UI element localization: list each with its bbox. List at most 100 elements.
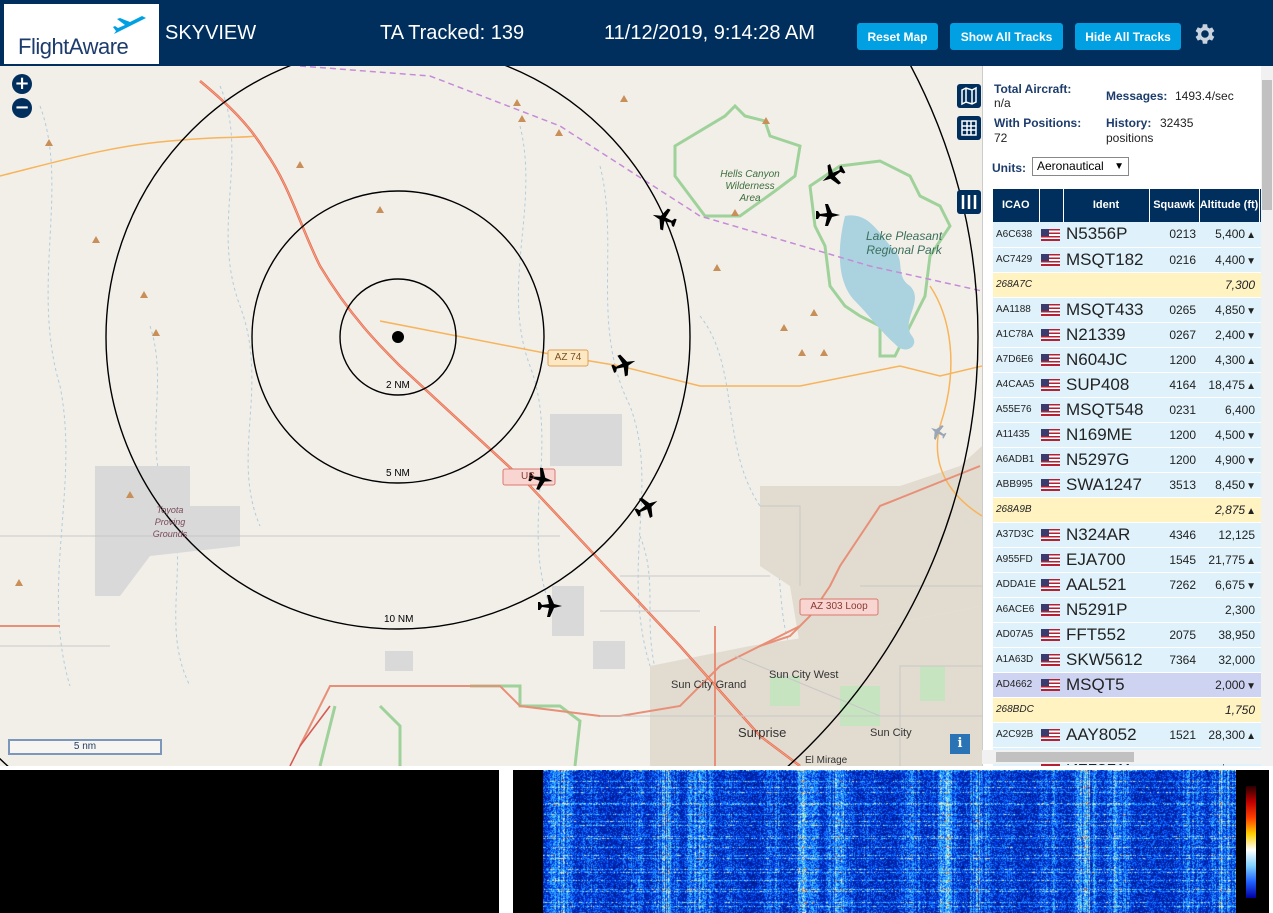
table-row[interactable]: A37D3C N324AR 4346 12,125 xyxy=(993,522,1268,548)
icao-cell: 268A9B xyxy=(993,497,1040,523)
zoom-in-button[interactable]: + xyxy=(12,74,32,94)
site-title: SKYVIEW xyxy=(165,22,257,44)
show-all-tracks-button[interactable]: Show All Tracks xyxy=(950,23,1063,50)
altitude-value: 1,750 xyxy=(1224,702,1256,717)
descend-arrow-icon: ▼ xyxy=(1246,480,1257,492)
table-row[interactable]: AC7429 MSQT182 0216 4,400▼ xyxy=(993,247,1268,273)
altitude-cell: 4,850▼ xyxy=(1199,297,1260,323)
altitude-cell: 2,000▼ xyxy=(1199,672,1260,698)
with-positions-label: With Positions: xyxy=(994,116,1082,130)
table-row[interactable]: 268BDC 1,750 xyxy=(993,697,1268,723)
us-flag-icon xyxy=(1041,454,1061,467)
map-view[interactable]: Hells Canyon Wilderness Area Lake Pleasa… xyxy=(0,66,982,766)
grid-toggle-button[interactable] xyxy=(957,116,981,140)
reset-map-button[interactable]: Reset Map xyxy=(857,23,938,50)
columns-toggle-button[interactable] xyxy=(957,190,981,214)
altitude-cell: 7,300 xyxy=(1199,272,1260,298)
squawk-cell xyxy=(1149,672,1200,698)
squawk-cell: 1200 xyxy=(1149,447,1200,473)
us-flag-icon xyxy=(1041,579,1061,592)
altitude-value: 2,000 xyxy=(1215,677,1246,692)
label-sun-city: Sun City xyxy=(870,727,912,739)
waterfall-colorbar xyxy=(1246,786,1256,898)
descend-arrow-icon: ▼ xyxy=(1246,255,1257,267)
altitude-value: 4,400 xyxy=(1215,252,1246,267)
altitude-value: 12,125 xyxy=(1218,527,1256,542)
ring-label-10nm: 10 NM xyxy=(384,614,414,625)
icao-cell: AD4662 xyxy=(993,672,1040,698)
table-row[interactable]: ADDA1E AAL521 7262 6,675▼ xyxy=(993,572,1268,598)
ident-cell: AAY8052 xyxy=(1063,722,1150,748)
altitude-value: 18,475 xyxy=(1208,377,1246,392)
altitude-cell: 2,300 xyxy=(1199,597,1260,623)
table-row[interactable]: A11435 N169ME 1200 4,500▼ xyxy=(993,422,1268,448)
flag-cell xyxy=(1039,572,1064,598)
squawk-cell: 7364 xyxy=(1149,647,1200,673)
squawk-cell xyxy=(1149,697,1200,723)
col-squawk[interactable]: Squawk xyxy=(1149,189,1200,222)
hide-all-tracks-button[interactable]: Hide All Tracks xyxy=(1075,23,1181,50)
table-row[interactable]: ABB995 SWA1247 3513 8,450▼ xyxy=(993,472,1268,498)
flag-cell xyxy=(1039,347,1064,373)
ident-cell: N324AR xyxy=(1063,522,1150,548)
table-row[interactable]: A1C78A N21339 0267 2,400▼ xyxy=(993,322,1268,348)
col-altitude[interactable]: Altitude (ft) xyxy=(1199,189,1260,222)
table-row[interactable]: A4CAA5 SUP408 4164 18,475▲ xyxy=(993,372,1268,398)
spectrum-plot xyxy=(0,770,499,913)
table-row[interactable]: A6ADB1 N5297G 1200 4,900▼ xyxy=(993,447,1268,473)
ident-cell: SKW5612 xyxy=(1063,647,1150,673)
altitude-cell: 2,875▲ xyxy=(1199,497,1260,523)
table-row[interactable]: 268A9B 2,875▲ xyxy=(993,497,1268,523)
col-flag[interactable] xyxy=(1039,189,1064,222)
zoom-out-button[interactable]: − xyxy=(12,98,32,118)
units-select[interactable]: Aeronautical ▼ xyxy=(1032,157,1129,176)
label-hells-canyon: Hells Canyon Wilderness Area xyxy=(720,169,780,204)
table-row[interactable]: A1A63D SKW5612 7364 32,000 xyxy=(993,647,1268,673)
table-row[interactable]: A2C92B AAY8052 1521 28,300▲ xyxy=(993,722,1268,748)
aircraft-table: ICAO Ident Squawk Altitude (ft) A6C638 N5… xyxy=(993,189,1268,766)
route-az303: AZ 303 Loop xyxy=(810,601,868,612)
ident-cell: AAL521 xyxy=(1063,572,1150,598)
table-row[interactable]: AD07A5 FFT552 2075 38,950 xyxy=(993,622,1268,648)
icao-cell: A2C92B xyxy=(993,722,1040,748)
col-ident[interactable]: Ident xyxy=(1063,189,1150,222)
table-row[interactable]: AD4662 MSQT5 2,000▼ xyxy=(993,672,1268,698)
flightaware-logo[interactable]: FlightAware xyxy=(4,4,159,64)
label-surprise: Surprise xyxy=(738,725,787,740)
squawk-cell: 7262 xyxy=(1149,572,1200,598)
icao-cell: A1A63D xyxy=(993,647,1040,673)
flag-cell xyxy=(1039,247,1064,273)
label-sun-city-grand: Sun City Grand xyxy=(671,679,747,691)
flag-cell xyxy=(1039,272,1064,298)
ident-cell: MSQT182 xyxy=(1063,247,1150,273)
panel-vertical-scroll-thumb[interactable] xyxy=(1262,80,1272,210)
map-canvas[interactable] xyxy=(0,66,982,766)
icao-cell: AD07A5 xyxy=(993,622,1040,648)
map-layers-button[interactable] xyxy=(957,84,981,108)
history-value: 32435 xyxy=(1160,116,1194,130)
icao-cell: A37D3C xyxy=(993,522,1040,548)
gear-icon[interactable] xyxy=(1191,21,1217,47)
squawk-cell: 1545 xyxy=(1149,547,1200,573)
altitude-value: 7,300 xyxy=(1224,277,1256,292)
flag-cell xyxy=(1039,297,1064,323)
table-row[interactable]: A7D6E6 N604JC 1200 4,300▲ xyxy=(993,347,1268,373)
climb-arrow-icon: ▲ xyxy=(1246,380,1257,392)
ident-cell: N604JC xyxy=(1063,347,1150,373)
table-row[interactable]: AA1188 MSQT433 0265 4,850▼ xyxy=(993,297,1268,323)
icao-cell: ADDA1E xyxy=(993,572,1040,598)
flag-cell xyxy=(1039,322,1064,348)
info-button[interactable]: i xyxy=(950,734,970,754)
table-row[interactable]: A955FD EJA700 1545 21,775▲ xyxy=(993,547,1268,573)
icao-cell: A6ACE6 xyxy=(993,597,1040,623)
ident-cell: FFT552 xyxy=(1063,622,1150,648)
table-row[interactable]: A6ACE6 N5291P 2,300 xyxy=(993,597,1268,623)
table-row[interactable]: A6C638 N5356P 0213 5,400▲ xyxy=(993,222,1268,248)
panel-horizontal-scroll-thumb[interactable] xyxy=(996,752,1134,762)
table-row[interactable]: 268A7C 7,300 xyxy=(993,272,1268,298)
col-icao[interactable]: ICAO xyxy=(993,189,1040,222)
us-flag-icon xyxy=(1041,404,1061,417)
route-us60: US xyxy=(521,471,535,482)
squawk-cell: 1521 xyxy=(1149,722,1200,748)
table-row[interactable]: A55E76 MSQT548 0231 6,400 xyxy=(993,397,1268,423)
